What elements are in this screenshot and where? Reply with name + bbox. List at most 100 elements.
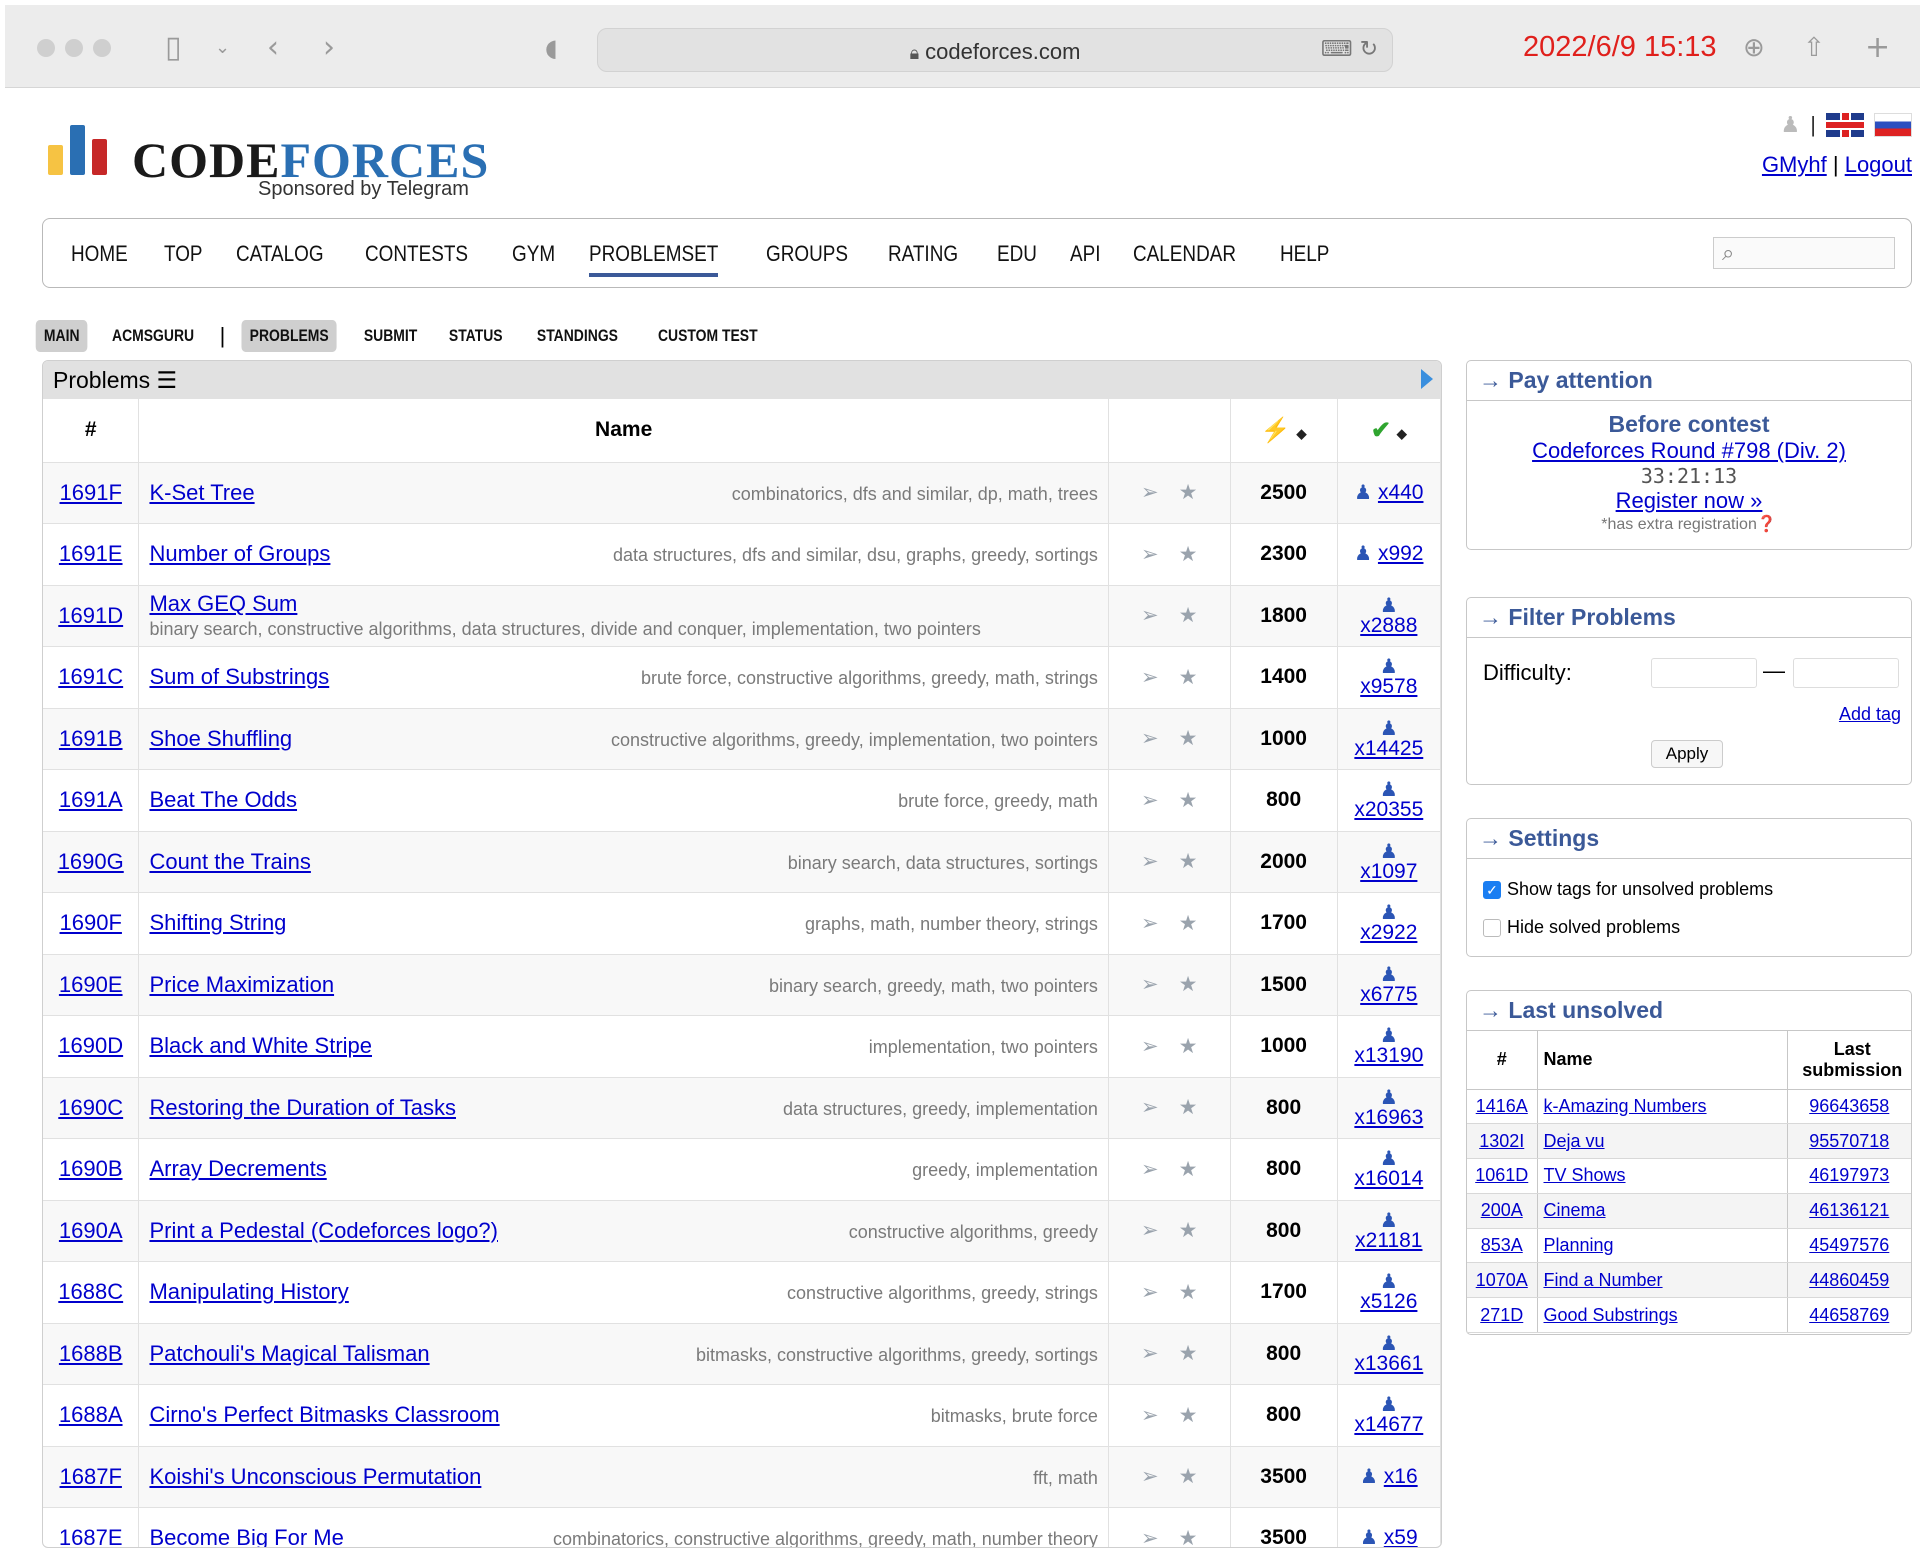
problem-name-link[interactable]: Beat The Odds	[149, 787, 297, 812]
nav-item-contests[interactable]: CONTESTS	[365, 241, 468, 277]
solved-count-link[interactable]: x14677	[1354, 1413, 1423, 1436]
unsolved-name-link[interactable]: Find a Number	[1544, 1270, 1663, 1290]
send-icon[interactable]: ➢	[1141, 603, 1159, 628]
solved-count-link[interactable]: x1097	[1360, 860, 1417, 883]
close-window-button[interactable]	[37, 39, 55, 57]
star-icon[interactable]: ★	[1179, 1464, 1198, 1489]
download-icon[interactable]: ⊕	[1743, 31, 1765, 65]
subnav-item-status[interactable]: STATUS	[440, 320, 510, 352]
chevron-right-icon[interactable]: ›	[323, 31, 335, 65]
submission-link[interactable]: 96643658	[1809, 1096, 1889, 1116]
star-icon[interactable]: ★	[1179, 1034, 1198, 1059]
send-icon[interactable]: ➢	[1141, 1280, 1159, 1305]
nav-item-catalog[interactable]: CATALOG	[236, 241, 324, 277]
submission-link[interactable]: 46136121	[1809, 1200, 1889, 1220]
help-icon[interactable]: ❓	[1757, 516, 1777, 533]
subnav-item-main[interactable]: MAIN	[35, 320, 88, 352]
star-icon[interactable]: ★	[1179, 911, 1198, 936]
min-difficulty-input[interactable]	[1651, 658, 1757, 688]
logout-link[interactable]: Logout	[1845, 152, 1912, 177]
problem-id-link[interactable]: 1691D	[58, 603, 123, 628]
problem-id-link[interactable]: 1688A	[59, 1402, 123, 1427]
solved-count-link[interactable]: x16963	[1354, 1106, 1423, 1129]
list-icon[interactable]: ☰	[157, 367, 178, 393]
unsolved-name-link[interactable]: Good Substrings	[1544, 1305, 1678, 1325]
zoom-window-button[interactable]	[93, 39, 111, 57]
unsolved-name-link[interactable]: TV Shows	[1544, 1165, 1626, 1185]
hide-solved-checkbox[interactable]	[1483, 918, 1501, 937]
contest-link[interactable]: Codeforces Round #798 (Div. 2)	[1532, 438, 1846, 463]
nav-item-help[interactable]: HELP	[1280, 241, 1329, 277]
nav-item-top[interactable]: TOP	[164, 241, 203, 277]
send-icon[interactable]: ➢	[1141, 542, 1159, 567]
unsolved-name-link[interactable]: Planning	[1544, 1235, 1614, 1255]
nav-item-gym[interactable]: GYM	[512, 241, 555, 277]
sidebar-icon[interactable]: ▯	[165, 31, 182, 65]
problem-name-link[interactable]: Print a Pedestal (Codeforces logo?)	[149, 1218, 498, 1243]
russian-flag-icon[interactable]	[1874, 113, 1912, 137]
solved-count-link[interactable]: x13661	[1354, 1352, 1423, 1375]
problem-name-link[interactable]: Count the Trains	[149, 849, 310, 874]
solved-count-link[interactable]: x992	[1378, 542, 1424, 565]
problem-id-link[interactable]: 1690F	[60, 910, 122, 935]
submission-link[interactable]: 44860459	[1809, 1270, 1889, 1290]
nav-item-home[interactable]: HOME	[71, 241, 128, 277]
star-icon[interactable]: ★	[1179, 726, 1198, 751]
nav-item-problemset[interactable]: PROBLEMSET	[588, 241, 718, 277]
problem-name-link[interactable]: Manipulating History	[149, 1279, 348, 1304]
send-icon[interactable]: ➢	[1141, 788, 1159, 813]
problem-name-link[interactable]: Shifting String	[149, 910, 286, 935]
problem-name-link[interactable]: Cirno's Perfect Bitmasks Classroom	[149, 1402, 499, 1427]
problem-name-link[interactable]: Koishi's Unconscious Permutation	[149, 1464, 481, 1489]
subnav-item-custom-test[interactable]: CUSTOM TEST	[650, 320, 766, 352]
nav-item-edu[interactable]: EDU	[997, 241, 1037, 277]
send-icon[interactable]: ➢	[1141, 972, 1159, 997]
send-icon[interactable]: ➢	[1141, 1157, 1159, 1182]
chevron-left-icon[interactable]: ‹	[267, 31, 279, 65]
window-controls[interactable]	[37, 39, 111, 57]
solved-count-link[interactable]: x13190	[1354, 1044, 1423, 1067]
unsolved-name-link[interactable]: Deja vu	[1544, 1131, 1605, 1151]
star-icon[interactable]: ★	[1179, 788, 1198, 813]
star-icon[interactable]: ★	[1179, 1526, 1198, 1547]
problem-id-link[interactable]: 1687F	[60, 1464, 122, 1489]
unsolved-id-link[interactable]: 1061D	[1475, 1165, 1528, 1185]
star-icon[interactable]: ★	[1179, 1403, 1198, 1428]
search-input[interactable]: ⌕	[1713, 237, 1895, 269]
solved-count-link[interactable]: x20355	[1354, 798, 1423, 821]
submission-link[interactable]: 95570718	[1809, 1131, 1889, 1151]
send-icon[interactable]: ➢	[1141, 1095, 1159, 1120]
solved-count-link[interactable]: x14425	[1354, 737, 1423, 760]
solved-count-link[interactable]: x59	[1384, 1526, 1418, 1547]
chevron-down-icon[interactable]: ⌄	[215, 31, 230, 65]
submission-link[interactable]: 46197973	[1809, 1165, 1889, 1185]
send-icon[interactable]: ➢	[1141, 1218, 1159, 1243]
problem-name-link[interactable]: Restoring the Duration of Tasks	[149, 1095, 456, 1120]
problem-id-link[interactable]: 1690C	[58, 1095, 123, 1120]
nav-item-groups[interactable]: GROUPS	[766, 241, 848, 277]
problem-name-link[interactable]: Black and White Stripe	[149, 1033, 372, 1058]
star-icon[interactable]: ★	[1179, 480, 1198, 505]
problem-name-link[interactable]: Price Maximization	[149, 972, 334, 997]
minimize-window-button[interactable]	[65, 39, 83, 57]
send-icon[interactable]: ➢	[1141, 726, 1159, 751]
nav-item-api[interactable]: API	[1070, 241, 1101, 277]
subnav-item-acmsguru[interactable]: ACMSGURU	[104, 320, 202, 352]
star-icon[interactable]: ★	[1179, 1280, 1198, 1305]
send-icon[interactable]: ➢	[1141, 911, 1159, 936]
shield-icon[interactable]: ◖	[545, 31, 558, 65]
add-tag-link[interactable]: Add tag	[1839, 704, 1901, 725]
plus-icon[interactable]: +	[1865, 31, 1890, 65]
problem-id-link[interactable]: 1690E	[59, 972, 123, 997]
solved-count-link[interactable]: x16	[1384, 1465, 1418, 1488]
star-icon[interactable]: ★	[1179, 1218, 1198, 1243]
problem-id-link[interactable]: 1690A	[59, 1218, 123, 1243]
problem-id-link[interactable]: 1690D	[58, 1033, 123, 1058]
rating-sort-header[interactable]: ⚡ ◆	[1230, 399, 1338, 463]
show-tags-setting[interactable]: ✓ Show tags for unsolved problems	[1483, 879, 1773, 900]
problem-name-link[interactable]: Patchouli's Magical Talisman	[149, 1341, 429, 1366]
unsolved-id-link[interactable]: 200A	[1481, 1200, 1523, 1220]
unsolved-id-link[interactable]: 853A	[1481, 1235, 1523, 1255]
english-flag-icon[interactable]	[1826, 113, 1864, 137]
reload-icon[interactable]: ↻	[1360, 37, 1378, 62]
